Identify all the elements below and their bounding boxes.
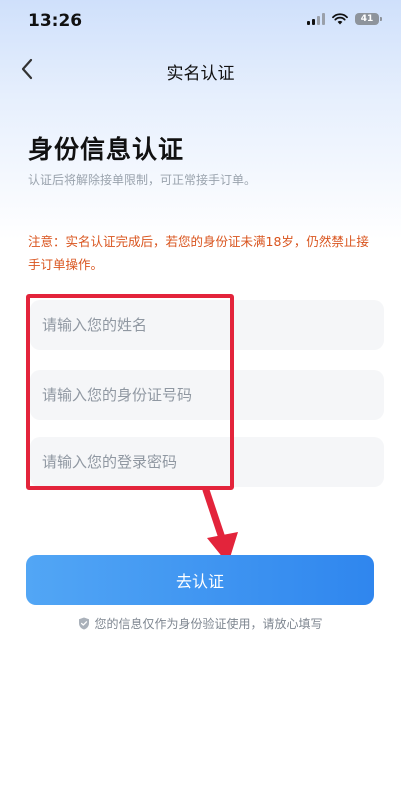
wifi-icon — [332, 13, 348, 25]
password-input[interactable] — [30, 437, 384, 487]
name-input[interactable] — [30, 300, 384, 350]
nav-bar: 实名认证 — [0, 44, 401, 94]
status-bar: 13:26 41 — [0, 0, 401, 44]
section-heading: 身份信息认证 — [28, 135, 185, 164]
privacy-text: 您的信息仅作为身份验证使用，请放心填写 — [94, 617, 323, 631]
battery-icon: 41 — [355, 13, 382, 25]
id-number-input[interactable] — [30, 370, 384, 420]
section-subheading: 认证后将解除接单限制，可正常接手订单。 — [28, 173, 257, 187]
privacy-note: 您的信息仅作为身份验证使用，请放心填写 — [0, 615, 401, 632]
shield-check-icon — [79, 617, 90, 630]
signal-icon — [307, 13, 325, 25]
status-icons: 41 — [307, 13, 382, 25]
age-notice: 注意：实名认证完成后，若您的身份证未满18岁，仍然禁止接手订单操作。 — [28, 234, 369, 272]
verify-button[interactable]: 去认证 — [26, 555, 374, 605]
status-time: 13:26 — [28, 11, 83, 31]
page-title: 实名认证 — [166, 64, 235, 84]
